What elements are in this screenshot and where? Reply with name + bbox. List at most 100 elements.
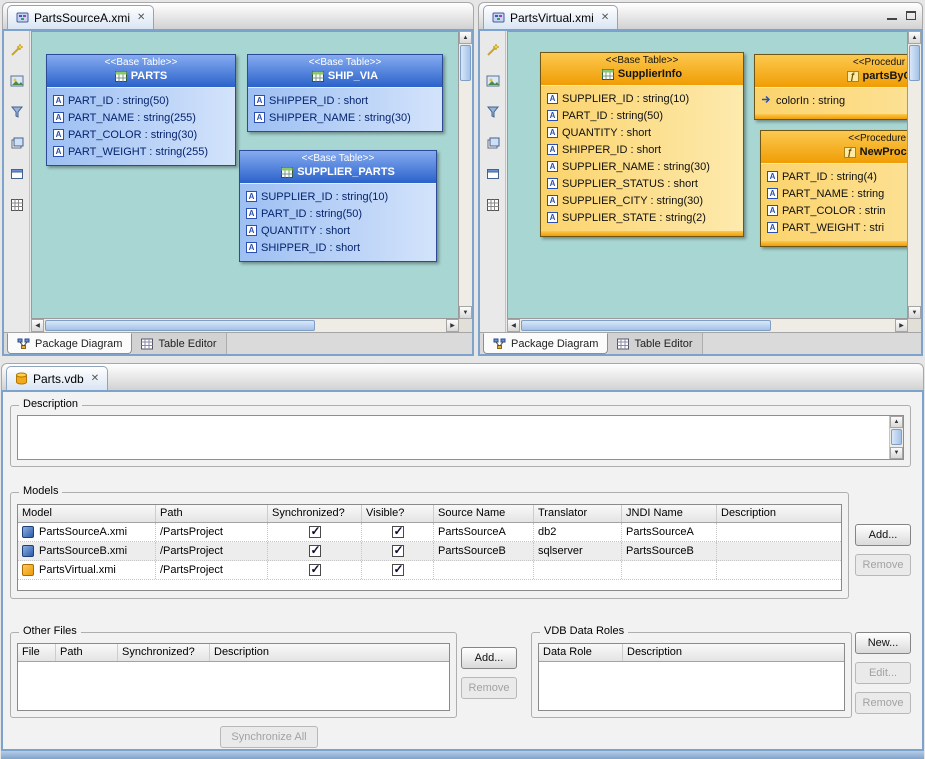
table-row-partsvirtual[interactable]: PartsVirtual.xmi /PartsProject [18, 561, 841, 580]
visible-checkbox[interactable] [392, 526, 404, 538]
vertical-scrollbar[interactable]: ▲ ▼ [908, 31, 921, 319]
scroll-thumb[interactable] [891, 429, 902, 445]
window-icon[interactable] [8, 165, 26, 183]
attribute-row[interactable]: ASUPPLIER_STATE : string(2) [541, 209, 743, 226]
tab-partsvirtual-xmi[interactable]: PartsVirtual.xmi ✕ [483, 5, 618, 29]
data-roles-edit-button[interactable]: Edit... [855, 662, 911, 684]
attribute-row[interactable]: ASUPPLIER_NAME : string(30) [541, 158, 743, 175]
attribute-row[interactable]: AQUANTITY : short [240, 222, 436, 239]
scroll-left-arrow[interactable]: ◀ [31, 319, 44, 332]
column-header[interactable]: Model [18, 505, 156, 522]
filter-icon[interactable] [484, 103, 502, 121]
vertical-scrollbar[interactable]: ▲ ▼ [889, 416, 903, 459]
column-header[interactable]: Description [717, 505, 841, 522]
grid-icon[interactable] [8, 196, 26, 214]
attribute-row[interactable]: APART_NAME : string [761, 185, 908, 202]
attribute-row[interactable]: APART_NAME : string(255) [47, 109, 235, 126]
layers-icon[interactable] [484, 134, 502, 152]
filter-icon[interactable] [8, 103, 26, 121]
attribute-row[interactable]: APART_COLOR : strin [761, 202, 908, 219]
grid-icon[interactable] [484, 196, 502, 214]
close-icon[interactable]: ✕ [601, 12, 609, 23]
scroll-thumb[interactable] [45, 320, 315, 331]
picture-icon[interactable] [8, 72, 26, 90]
entity-parts[interactable]: <<Base Table>> PARTS APART_ID : string(5… [46, 54, 236, 166]
column-header[interactable]: Visible? [362, 505, 434, 522]
tab-package-diagram[interactable]: Package Diagram [483, 333, 608, 354]
column-header[interactable]: Description [623, 644, 844, 661]
attribute-row[interactable]: ASUPPLIER_ID : string(10) [541, 90, 743, 107]
column-header[interactable]: File [18, 644, 56, 661]
attribute-row[interactable]: APART_WEIGHT : string(255) [47, 143, 235, 160]
data-roles-remove-button[interactable]: Remove [855, 692, 911, 714]
attribute-row[interactable]: APART_ID : string(50) [541, 107, 743, 124]
scroll-up-arrow[interactable]: ▲ [459, 31, 472, 44]
table-row-partssourceb[interactable]: PartsSourceB.xmi /PartsProject PartsSour… [18, 542, 841, 561]
horizontal-scrollbar[interactable]: ◀ ▶ [507, 319, 908, 332]
attribute-row[interactable]: ASHIPPER_ID : short [248, 92, 442, 109]
column-header[interactable]: Synchronized? [118, 644, 210, 661]
other-files-remove-button[interactable]: Remove [461, 677, 517, 699]
models-add-button[interactable]: Add... [855, 524, 911, 546]
attribute-row[interactable]: ASHIPPER_NAME : string(30) [248, 109, 442, 126]
attribute-row[interactable]: ASUPPLIER_CITY : string(30) [541, 192, 743, 209]
scroll-thumb[interactable] [909, 45, 920, 81]
scroll-left-arrow[interactable]: ◀ [507, 319, 520, 332]
scroll-down-arrow[interactable]: ▼ [908, 306, 921, 319]
attribute-row[interactable]: APART_ID : string(50) [47, 92, 235, 109]
scroll-right-arrow[interactable]: ▶ [446, 319, 459, 332]
column-header[interactable]: Translator [534, 505, 622, 522]
vertical-scrollbar[interactable]: ▲ ▼ [459, 31, 472, 319]
description-textarea[interactable]: ▲ ▼ [17, 415, 904, 460]
synchronize-all-button[interactable]: Synchronize All [220, 726, 318, 748]
entity-partsbycolor[interactable]: <<Procedur ƒpartsByC colorIn : string [754, 54, 908, 120]
diagram-canvas[interactable]: <<Base Table>> SupplierInfo ASUPPLIER_ID… [507, 31, 908, 319]
window-icon[interactable] [484, 165, 502, 183]
attribute-row[interactable]: APART_WEIGHT : stri [761, 219, 908, 236]
wand-icon[interactable] [8, 41, 26, 59]
visible-checkbox[interactable] [392, 545, 404, 557]
attribute-row[interactable]: APART_ID : string(50) [240, 205, 436, 222]
minimize-icon[interactable] [887, 11, 897, 20]
attribute-row[interactable]: ASHIPPER_ID : short [240, 239, 436, 256]
synchronized-checkbox[interactable] [309, 564, 321, 576]
tab-package-diagram[interactable]: Package Diagram [7, 333, 132, 354]
attribute-row[interactable]: ASUPPLIER_ID : string(10) [240, 188, 436, 205]
other-files-add-button[interactable]: Add... [461, 647, 517, 669]
column-header[interactable]: Synchronized? [268, 505, 362, 522]
scroll-up-arrow[interactable]: ▲ [890, 416, 903, 428]
entity-supplierinfo[interactable]: <<Base Table>> SupplierInfo ASUPPLIER_ID… [540, 52, 744, 237]
parameter-row[interactable]: colorIn : string [755, 92, 908, 109]
attribute-row[interactable]: APART_COLOR : string(30) [47, 126, 235, 143]
scroll-down-arrow[interactable]: ▼ [890, 447, 903, 459]
table-row-partssourcea[interactable]: PartsSourceA.xmi /PartsProject PartsSour… [18, 523, 841, 542]
synchronized-checkbox[interactable] [309, 545, 321, 557]
entity-supplier-parts[interactable]: <<Base Table>> SUPPLIER_PARTS ASUPPLIER_… [239, 150, 437, 262]
visible-checkbox[interactable] [392, 564, 404, 576]
tab-table-editor[interactable]: Table Editor [132, 333, 226, 354]
tab-parts-vdb[interactable]: Parts.vdb ✕ [6, 366, 108, 390]
tab-partssourcea-xmi[interactable]: PartsSourceA.xmi ✕ [7, 5, 154, 29]
entity-ship-via[interactable]: <<Base Table>> SHIP_VIA ASHIPPER_ID : sh… [247, 54, 443, 132]
close-icon[interactable]: ✕ [91, 373, 99, 384]
column-header[interactable]: Path [56, 644, 118, 661]
attribute-row[interactable]: AQUANTITY : short [541, 124, 743, 141]
column-header[interactable]: JNDI Name [622, 505, 717, 522]
wand-icon[interactable] [484, 41, 502, 59]
attribute-row[interactable]: ASUPPLIER_STATUS : short [541, 175, 743, 192]
picture-icon[interactable] [484, 72, 502, 90]
column-header[interactable]: Source Name [434, 505, 534, 522]
data-roles-new-button[interactable]: New... [855, 632, 911, 654]
layers-icon[interactable] [8, 134, 26, 152]
close-icon[interactable]: ✕ [137, 12, 145, 23]
maximize-icon[interactable] [906, 11, 916, 20]
scroll-down-arrow[interactable]: ▼ [459, 306, 472, 319]
diagram-canvas[interactable]: <<Base Table>> PARTS APART_ID : string(5… [31, 31, 459, 319]
attribute-row[interactable]: APART_ID : string(4) [761, 168, 908, 185]
scroll-right-arrow[interactable]: ▶ [895, 319, 908, 332]
horizontal-scrollbar[interactable]: ◀ ▶ [31, 319, 459, 332]
column-header[interactable]: Data Role [539, 644, 623, 661]
attribute-row[interactable]: ASHIPPER_ID : short [541, 141, 743, 158]
tab-table-editor[interactable]: Table Editor [608, 333, 702, 354]
synchronized-checkbox[interactable] [309, 526, 321, 538]
